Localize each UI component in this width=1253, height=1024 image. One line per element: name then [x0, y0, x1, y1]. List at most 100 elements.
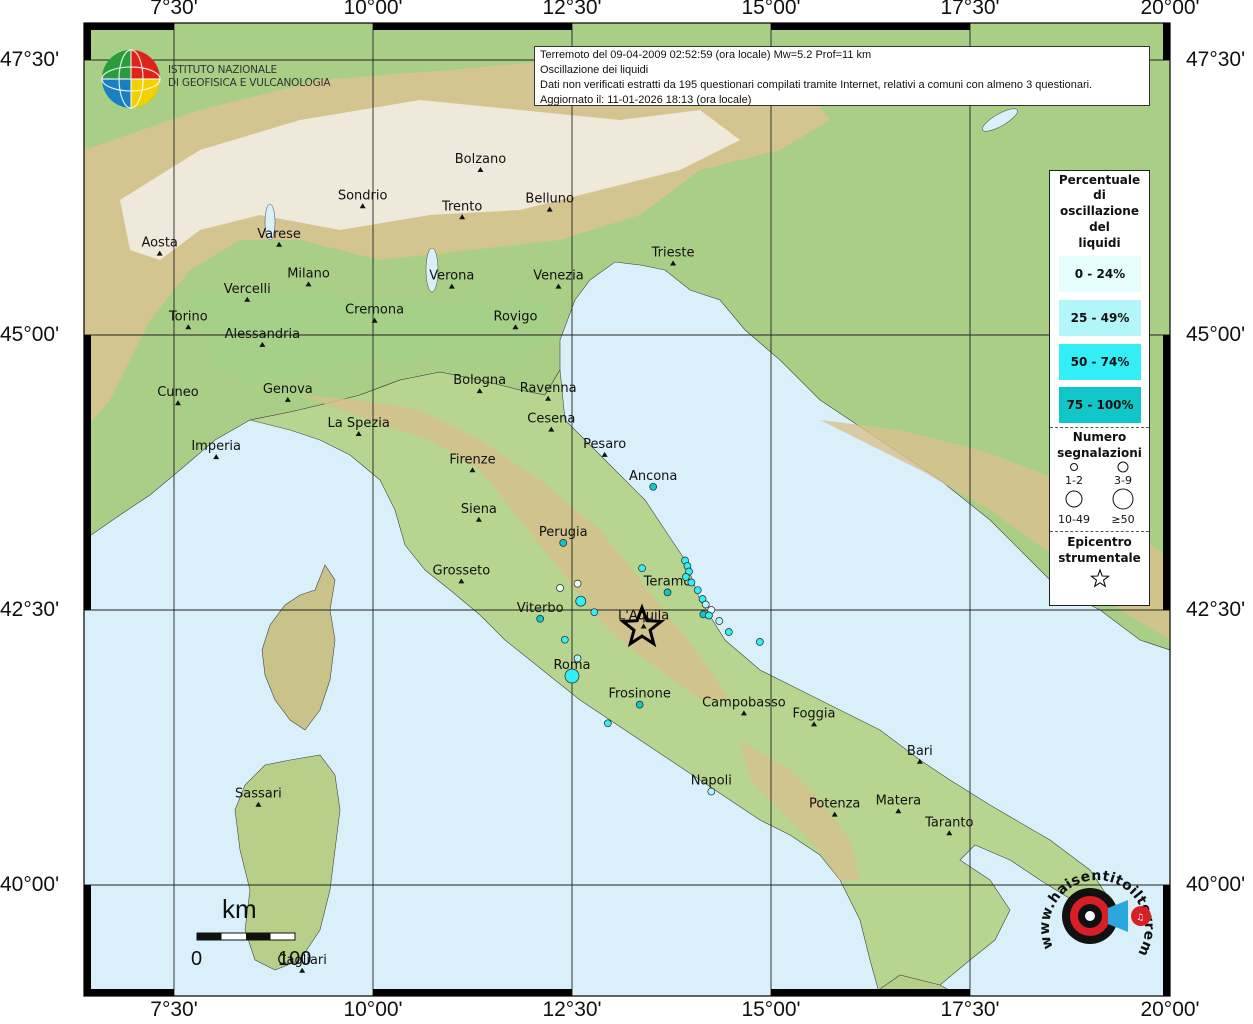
city-label: Sassari — [235, 787, 282, 802]
city-label: Ravenna — [520, 381, 577, 396]
city-label: Pesaro — [583, 437, 626, 452]
lat-label: 45°00' — [1186, 323, 1246, 346]
frame-tick — [373, 989, 572, 996]
city-label: Foggia — [792, 706, 835, 721]
legend-class-3: 75 - 100% — [1059, 387, 1141, 423]
observation-point[interactable] — [603, 719, 612, 728]
city-label: Torino — [168, 309, 208, 324]
legend-count-label-1: 3-9 — [1114, 474, 1132, 487]
city-label: Belluno — [525, 192, 574, 207]
lon-label: 7°30' — [150, 0, 198, 19]
observation-point[interactable] — [663, 588, 672, 597]
city-label: Firenze — [449, 452, 495, 467]
legend-class-1: 25 - 49% — [1059, 300, 1141, 336]
legend-pct-title-1: Percentuale — [1058, 173, 1141, 187]
observation-point[interactable] — [638, 564, 646, 573]
city-label: Napoli — [691, 774, 732, 789]
observation-point[interactable] — [635, 700, 644, 709]
legend-count-title-1: Numero — [1072, 430, 1127, 444]
city-label: Aosta — [141, 236, 177, 251]
scale-bar: km 0 100 — [190, 890, 330, 980]
observation-point[interactable] — [687, 578, 696, 587]
lon-label: 20°00' — [1140, 0, 1200, 19]
observation-point[interactable] — [556, 584, 564, 592]
observation-point[interactable] — [559, 539, 568, 547]
city-label: Ancona — [629, 469, 677, 484]
frame-tick — [771, 23, 970, 30]
lon-label: 10°00' — [343, 0, 403, 19]
observation-point[interactable] — [649, 482, 658, 491]
frame-tick — [84, 23, 174, 30]
city-label: Taranto — [924, 815, 973, 830]
frame-tick — [771, 989, 970, 996]
observation-point[interactable] — [701, 600, 710, 609]
observation-point[interactable] — [573, 654, 582, 663]
city-label: Cremona — [345, 303, 404, 318]
city-label: Alessandria — [225, 327, 300, 342]
lat-label: 47°30' — [1186, 48, 1246, 71]
legend-size-10-49 — [1065, 490, 1083, 508]
observation-point[interactable] — [705, 611, 713, 620]
ingv-logo-icon — [101, 49, 161, 109]
observation-point[interactable] — [693, 586, 702, 595]
lon-label: 12°30' — [542, 0, 602, 19]
observation-point[interactable] — [756, 638, 764, 646]
frame-tick — [84, 335, 91, 610]
lat-label: 40°00' — [1186, 873, 1246, 896]
observation-point[interactable] — [715, 617, 724, 625]
observation-point[interactable] — [536, 614, 545, 623]
lat-label: 45°00' — [0, 323, 60, 346]
city-label: Venezia — [533, 269, 584, 284]
city-label: Siena — [461, 502, 497, 517]
city-label: Imperia — [191, 439, 241, 454]
legend-count-label-2: 10-49 — [1058, 513, 1090, 526]
city-label: La Spezia — [328, 416, 390, 431]
observation-point[interactable] — [573, 579, 582, 588]
city-label: Rovigo — [494, 309, 538, 324]
observation-point[interactable] — [590, 608, 599, 617]
city-label: Bari — [907, 744, 933, 759]
city-label: Verona — [429, 269, 474, 284]
frame-tick — [84, 885, 91, 996]
city-label: Campobasso — [702, 695, 786, 710]
event-info-line3: Dati non verificati estratti da 195 ques… — [540, 79, 1093, 91]
city-label: Cuneo — [157, 385, 199, 400]
legend-size-50 — [1112, 488, 1134, 510]
event-info-line4: Aggiornato il: 11-01-2026 18:13 (ora loc… — [540, 94, 752, 106]
lon-label: 15°00' — [741, 998, 801, 1021]
city-label: Varese — [257, 227, 301, 242]
lat-label: 42°30' — [1186, 598, 1246, 621]
observation-point[interactable] — [724, 628, 733, 636]
observation-point[interactable] — [575, 595, 587, 607]
haisentito-logo: www.haisentitoilterremoto.it ♫ — [1028, 858, 1157, 959]
lon-label: 15°00' — [741, 0, 801, 19]
event-info-line1: Terremoto del 09-04-2009 02:52:59 (ora l… — [540, 49, 872, 61]
city-label: Cesena — [527, 412, 575, 427]
observation-point[interactable] — [564, 668, 580, 684]
scale-bar-graphic — [196, 932, 296, 941]
observation-point[interactable] — [681, 573, 690, 581]
frame-tick — [1163, 23, 1170, 60]
legend-epi-title-1: Epicentro — [1067, 535, 1132, 549]
frame-tick — [373, 23, 572, 30]
svg-text:♫: ♫ — [1136, 913, 1144, 923]
observation-point[interactable] — [707, 787, 716, 796]
frame-tick — [84, 989, 174, 996]
lat-label: 42°30' — [0, 598, 60, 621]
city-label: Sondrio — [338, 188, 388, 203]
city-label: Genova — [263, 382, 313, 397]
legend-pct-title-5: liquidi — [1078, 236, 1121, 250]
legend-pct-title-2: di — [1093, 188, 1106, 202]
city-label: Vercelli — [224, 282, 271, 297]
city-label: Bologna — [453, 373, 506, 388]
institute-name-line2: DI GEOFISICA E VULCANOLOGIA — [168, 77, 331, 89]
scale-unit: km — [222, 894, 257, 924]
legend-star-icon — [1089, 568, 1111, 588]
observation-point[interactable] — [560, 635, 569, 644]
city-label: Matera — [876, 793, 922, 808]
city-label: Milano — [287, 266, 330, 281]
lon-label: 7°30' — [150, 998, 198, 1021]
city-label: Grosseto — [433, 563, 491, 578]
legend-size-1-2 — [1070, 463, 1078, 471]
legend: Percentuale di oscillazione del liquidi … — [1049, 170, 1150, 606]
